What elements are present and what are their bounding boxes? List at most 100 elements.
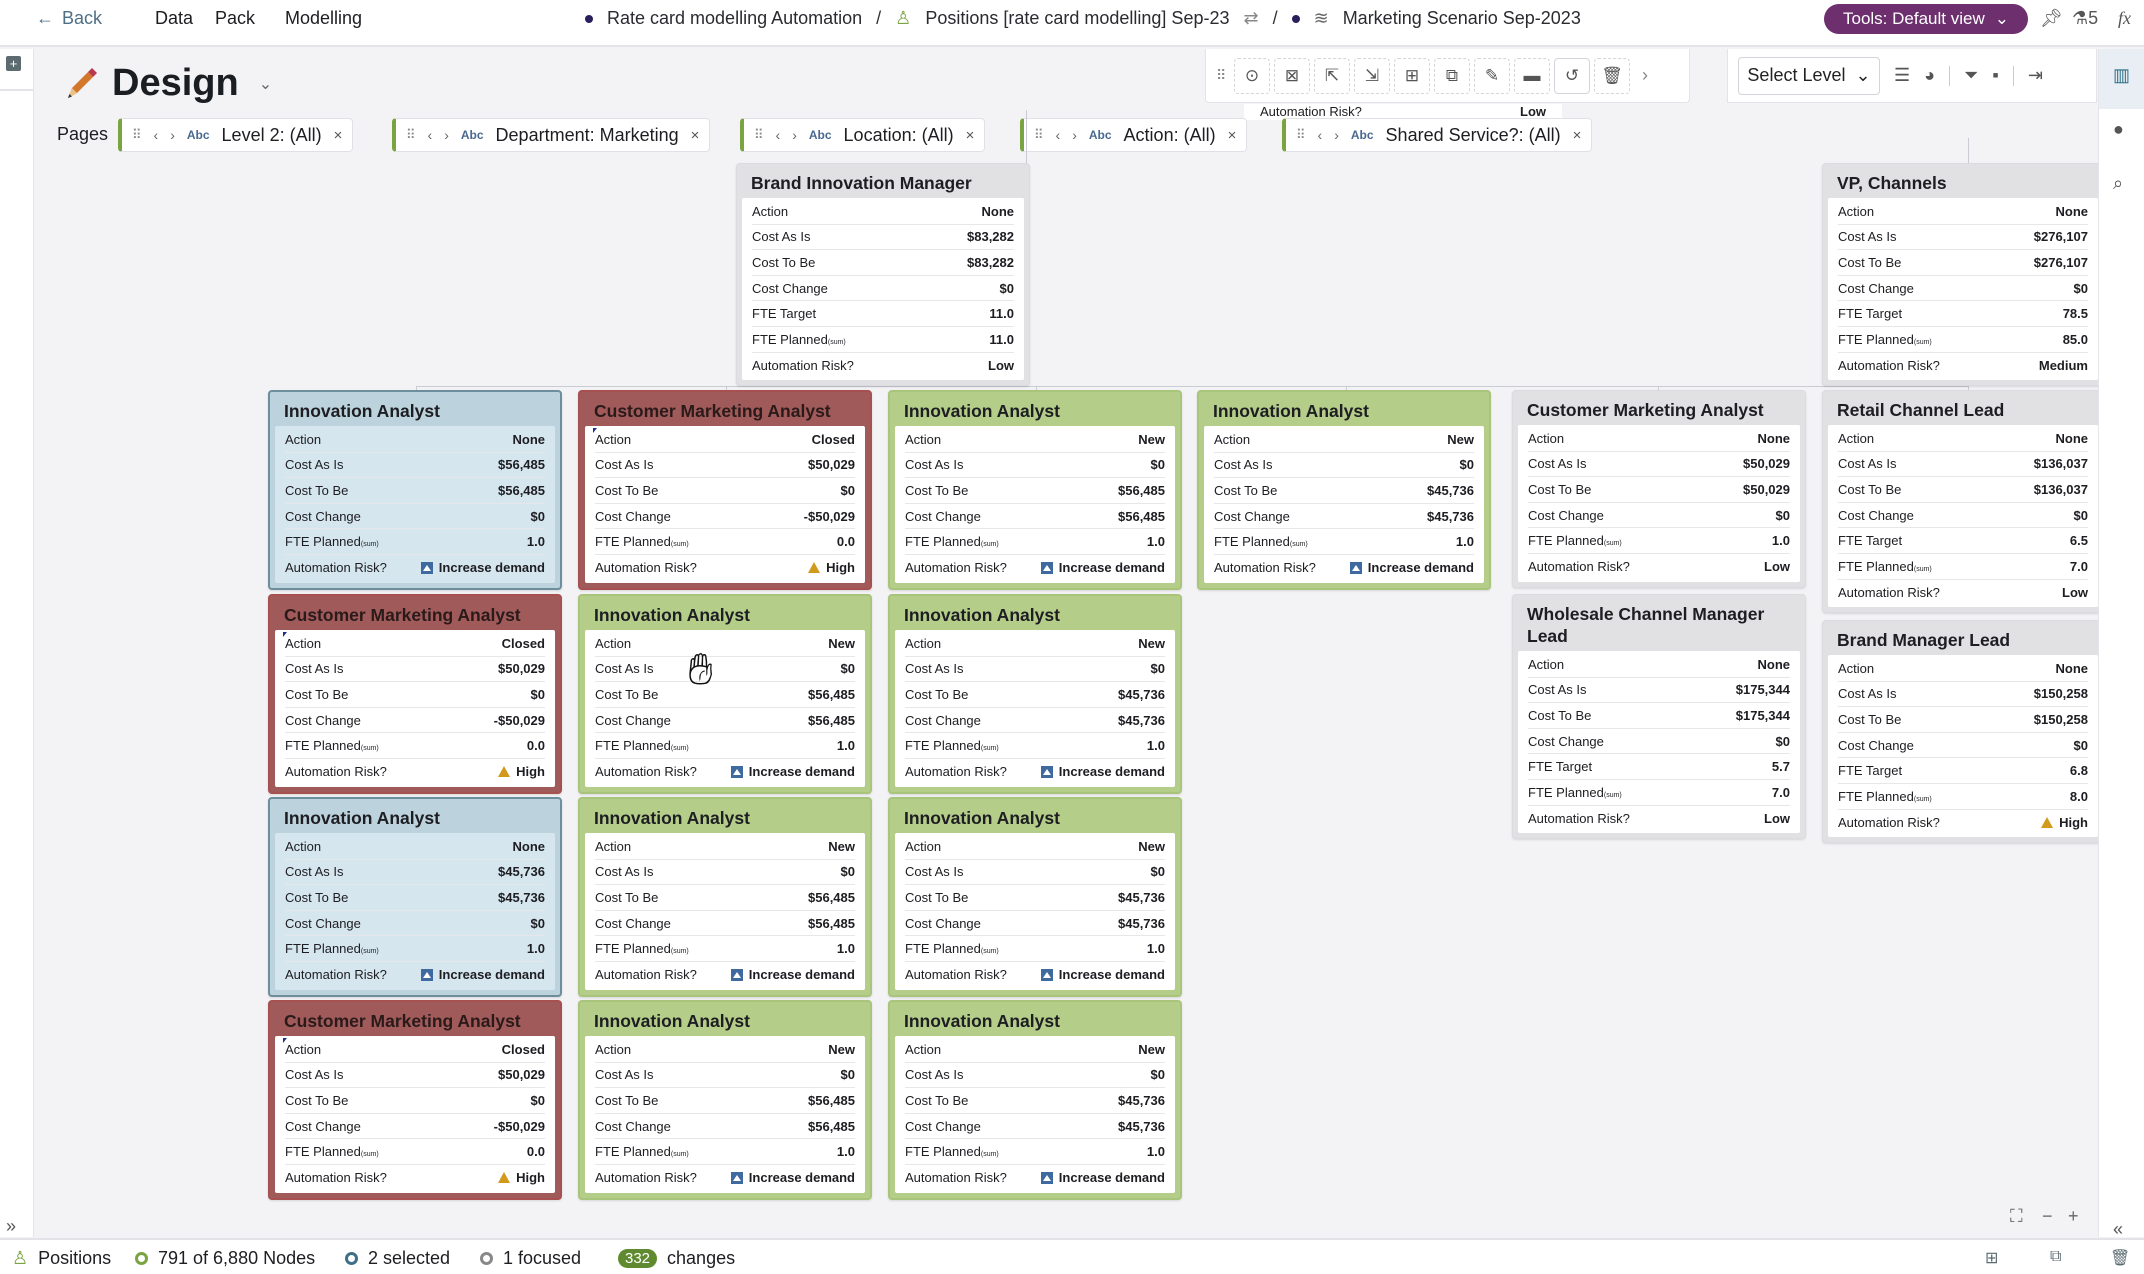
field-value: None: [2055, 203, 2089, 219]
field-value: Increase demand: [1349, 560, 1474, 575]
field-label: Action: [1838, 660, 1875, 676]
card-body: Action New Cost As Is $0 Cost To Be $45,736 Co…: [1204, 426, 1484, 583]
field-value: Increase demand: [1040, 967, 1165, 982]
circle-icon[interactable]: ●: [2113, 119, 2124, 140]
position-card[interactable]: Innovation Analyst Action New Cost As Is $0 C…: [578, 797, 872, 997]
field-label: FTE Target: [1528, 759, 1593, 775]
status-focused[interactable]: 1 focused: [480, 1248, 581, 1269]
field-value: -$50,029: [803, 508, 855, 524]
card-title: Innovation Analyst: [594, 605, 750, 625]
row-cost-as-is: Cost As Is $0: [905, 1063, 1165, 1089]
field-label: Automation Risk?: [905, 1170, 1007, 1186]
zoom-in-icon[interactable]: +: [2068, 1206, 2079, 1227]
status-nodes[interactable]: 791 of 6,880 Nodes: [135, 1248, 315, 1269]
card-body: Action None Cost As Is $83,282 Cost To Be $83…: [742, 198, 1024, 381]
field-value: 1.0: [526, 941, 545, 957]
position-card[interactable]: Innovation Analyst Action New Cost As Is $0 C…: [578, 594, 872, 794]
delete-icon[interactable]: 🗑︎: [2110, 1248, 2130, 1268]
fit-view-icon[interactable]: ⛶: [2010, 1206, 2023, 1227]
field-value: 8.0: [2069, 788, 2088, 804]
row-fte-planned: FTE Planned(sum) 11.0: [752, 327, 1014, 353]
field-value: 1.0: [1146, 941, 1165, 957]
field-value: Increase demand: [1040, 560, 1165, 575]
field-label: Cost Change: [905, 1118, 981, 1134]
field-value: Closed: [501, 1041, 545, 1057]
position-card[interactable]: Innovation Analyst Action New Cost As Is $0 C…: [1197, 390, 1491, 590]
field-value: $50,029: [498, 661, 545, 677]
edit-marker-icon: [283, 632, 287, 637]
row-automation-risk: Automation Risk? Increase demand: [905, 962, 1165, 988]
row-cost-change: Cost Change $45,736: [1214, 504, 1474, 530]
add-icon[interactable]: ⊞: [1985, 1248, 1998, 1268]
field-value: High: [2041, 815, 2088, 830]
card-title: Innovation Analyst: [284, 808, 440, 828]
card-body: Action None Cost As Is $56,485 Cost To Be $56…: [275, 426, 555, 583]
row-automation-risk: Automation Risk? Increase demand: [595, 759, 855, 785]
formula-icon[interactable]: fx: [2118, 8, 2131, 29]
position-card[interactable]: VP, Channels Action None Cost As Is $276,107…: [1822, 163, 2098, 387]
position-card[interactable]: Customer Marketing Analyst Action Closed Co…: [268, 1000, 562, 1200]
field-value: $45,736: [1118, 915, 1165, 931]
warning-icon: [2041, 816, 2054, 828]
position-card[interactable]: Innovation Analyst Action New Cost As Is $0 C…: [888, 594, 1182, 794]
row-action: Action None: [1528, 426, 1790, 452]
field-label: FTE Planned(sum): [905, 534, 999, 550]
row-fte-target: FTE Target 5.7: [1528, 754, 1790, 780]
field-label: Action: [1528, 656, 1565, 672]
row-action: Action None: [285, 427, 545, 453]
field-label: Action: [1528, 430, 1565, 446]
row-cost-change: Cost Change $0: [1838, 276, 2088, 302]
chart-icon[interactable]: ▥: [2113, 65, 2130, 86]
person-icon: ♙: [12, 1248, 29, 1268]
position-card[interactable]: Customer Marketing Analyst Action Closed Co…: [268, 594, 562, 794]
card-title: Innovation Analyst: [594, 808, 750, 828]
increase-demand-icon: [730, 765, 743, 778]
row-automation-risk: Automation Risk? Low: [1528, 554, 1790, 580]
row-action: Action Closed: [285, 1037, 545, 1063]
row-fte-planned: FTE Planned(sum) 1.0: [595, 1139, 855, 1165]
row-fte-planned: FTE Planned(sum) 0.0: [595, 529, 855, 555]
row-cost-as-is: Cost As Is $50,029: [1528, 452, 1790, 478]
collapse-panel-icon[interactable]: «: [2113, 1219, 2123, 1240]
field-value: 85.0: [2062, 331, 2088, 347]
field-value: 0.0: [836, 534, 855, 550]
field-value: None: [512, 838, 546, 854]
field-value: Increase demand: [420, 560, 545, 575]
position-card[interactable]: Customer Marketing Analyst Action Closed Co…: [578, 390, 872, 590]
position-card[interactable]: Brand Innovation Manager Action None Cost A…: [736, 163, 1030, 387]
field-label: Action: [1214, 431, 1251, 447]
position-card[interactable]: Innovation Analyst Action New Cost As Is $0 C…: [578, 1000, 872, 1200]
position-card[interactable]: Innovation Analyst Action None Cost As Is $4…: [268, 797, 562, 997]
position-card[interactable]: Retail Channel Lead Action None Cost As Is $…: [1822, 390, 2098, 614]
field-value: $45,736: [1427, 508, 1474, 524]
field-label: Automation Risk?: [905, 967, 1007, 983]
field-label: FTE Planned(sum): [752, 331, 846, 347]
field-value: 5.7: [1771, 759, 1790, 775]
position-card[interactable]: Innovation Analyst Action None Cost As Is $5…: [268, 390, 562, 590]
duplicate-icon[interactable]: ⧉: [2050, 1248, 2061, 1266]
selected-icon: [345, 1252, 358, 1265]
card-title: Innovation Analyst: [594, 1011, 750, 1031]
status-changes[interactable]: 332 changes: [618, 1248, 735, 1269]
zoom-out-icon[interactable]: −: [2042, 1206, 2053, 1227]
field-label: FTE Planned(sum): [1838, 331, 1932, 347]
field-label: Automation Risk?: [1838, 584, 1940, 600]
field-label: Automation Risk?: [595, 967, 697, 983]
row-cost-to-be: Cost To Be $276,107: [1838, 250, 2088, 276]
search-icon[interactable]: ⌕: [2113, 173, 2123, 194]
position-card[interactable]: Innovation Analyst Action New Cost As Is $0 C…: [888, 1000, 1182, 1200]
field-value: None: [1757, 656, 1791, 672]
field-label: Cost To Be: [905, 482, 969, 498]
status-selected[interactable]: 2 selected: [345, 1248, 450, 1269]
row-automation-risk: Automation Risk? Increase demand: [905, 555, 1165, 581]
position-card[interactable]: Innovation Analyst Action New Cost As Is $0 C…: [888, 390, 1182, 590]
position-card[interactable]: Wholesale Channel Manager Lead Action None…: [1512, 594, 1806, 840]
card-body: Action Closed Cost As Is $50,029 Cost To Be $…: [275, 1036, 555, 1193]
field-value: $0: [2073, 280, 2088, 296]
position-card[interactable]: Customer Marketing Analyst Action None Cost…: [1512, 390, 1806, 588]
field-label: Automation Risk?: [285, 1170, 387, 1186]
position-card[interactable]: Innovation Analyst Action New Cost As Is $0 C…: [888, 797, 1182, 997]
field-value: $0: [840, 864, 855, 880]
status-module[interactable]: ♙ Positions: [12, 1248, 111, 1269]
position-card[interactable]: Brand Manager Lead Action None Cost As Is $1…: [1822, 620, 2098, 844]
